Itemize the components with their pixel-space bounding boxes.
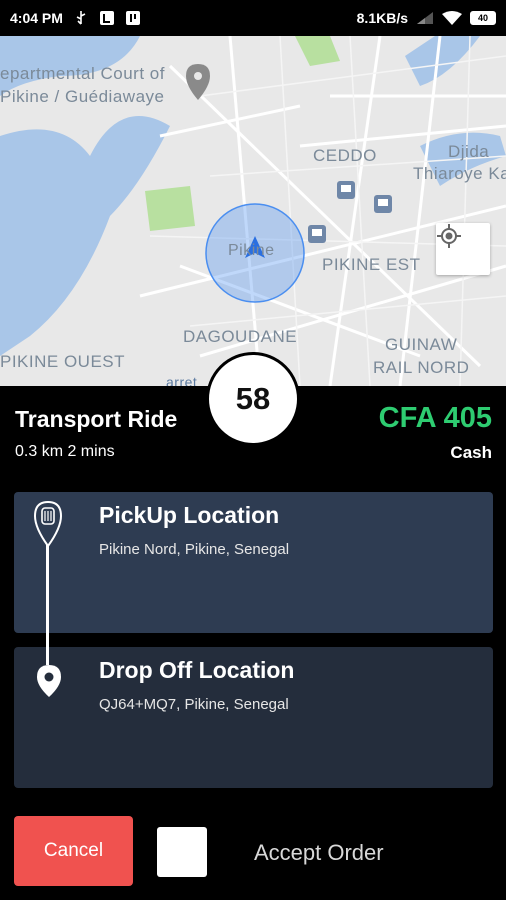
network-speed: 8.1KB/s — [356, 10, 408, 26]
pickup-title: PickUp Location — [99, 502, 280, 528]
signal-icon — [416, 11, 434, 25]
countdown-timer: 58 — [206, 352, 300, 446]
map-label-djida-2: Thiaroye Ka — [413, 164, 506, 183]
ride-type-title: Transport Ride — [15, 406, 178, 432]
payment-method: Cash — [450, 443, 492, 462]
pickup-location-card: PickUp Location Pikine Nord, Pikine, Sen… — [14, 492, 493, 633]
map-label-court-2: Pikine / Guédiawaye — [0, 87, 165, 106]
map-label-dagoudane: DAGOUDANE — [183, 327, 298, 346]
route-connector-line — [46, 540, 49, 665]
pickup-address: Pikine Nord, Pikine, Senegal — [99, 541, 290, 558]
map-label-court: epartmental Court of — [0, 64, 165, 83]
map-label-guinaw-2: RAIL NORD — [373, 358, 470, 377]
map-label-arret: arret — [166, 374, 198, 386]
dropoff-location-card: Drop Off Location QJ64+MQ7, Pikine, Sene… — [14, 647, 493, 788]
map-label-pikine-ouest: PIKINE OUEST — [0, 352, 126, 371]
fare-amount: CFA 405 — [378, 402, 492, 434]
crosshair-icon — [437, 224, 461, 248]
cancel-button[interactable]: Cancel — [14, 816, 133, 886]
map-label-ceddo: CEDDO — [313, 146, 377, 165]
app-store-icon — [125, 10, 141, 26]
dropoff-title: Drop Off Location — [99, 657, 295, 683]
ride-distance-time: 0.3 km 2 mins — [15, 443, 115, 460]
n-app-icon — [99, 10, 115, 26]
dropoff-pin-icon — [36, 664, 62, 703]
map-label-djida: Djida — [448, 142, 490, 161]
accept-order-checkbox[interactable] — [157, 827, 207, 877]
my-location-button[interactable] — [436, 223, 490, 275]
dropoff-address: QJ64+MQ7, Pikine, Senegal — [99, 696, 289, 713]
status-bar: 4:04 PM 8.1KB/s 40 — [0, 0, 506, 36]
wifi-icon — [442, 10, 462, 26]
battery-icon: 40 — [470, 11, 496, 25]
map-label-pikine-est: PIKINE EST — [322, 255, 421, 274]
usb-icon — [73, 10, 89, 26]
status-time: 4:04 PM — [10, 10, 63, 26]
map-label-guinaw: GUINAW — [385, 335, 458, 354]
map-view[interactable]: epartmental Court of Pikine / Guédiawaye… — [0, 36, 506, 386]
map-label-pikine: Pikine — [228, 242, 275, 259]
pickup-pin-icon — [33, 500, 63, 553]
accept-order-label[interactable]: Accept Order — [254, 840, 384, 866]
